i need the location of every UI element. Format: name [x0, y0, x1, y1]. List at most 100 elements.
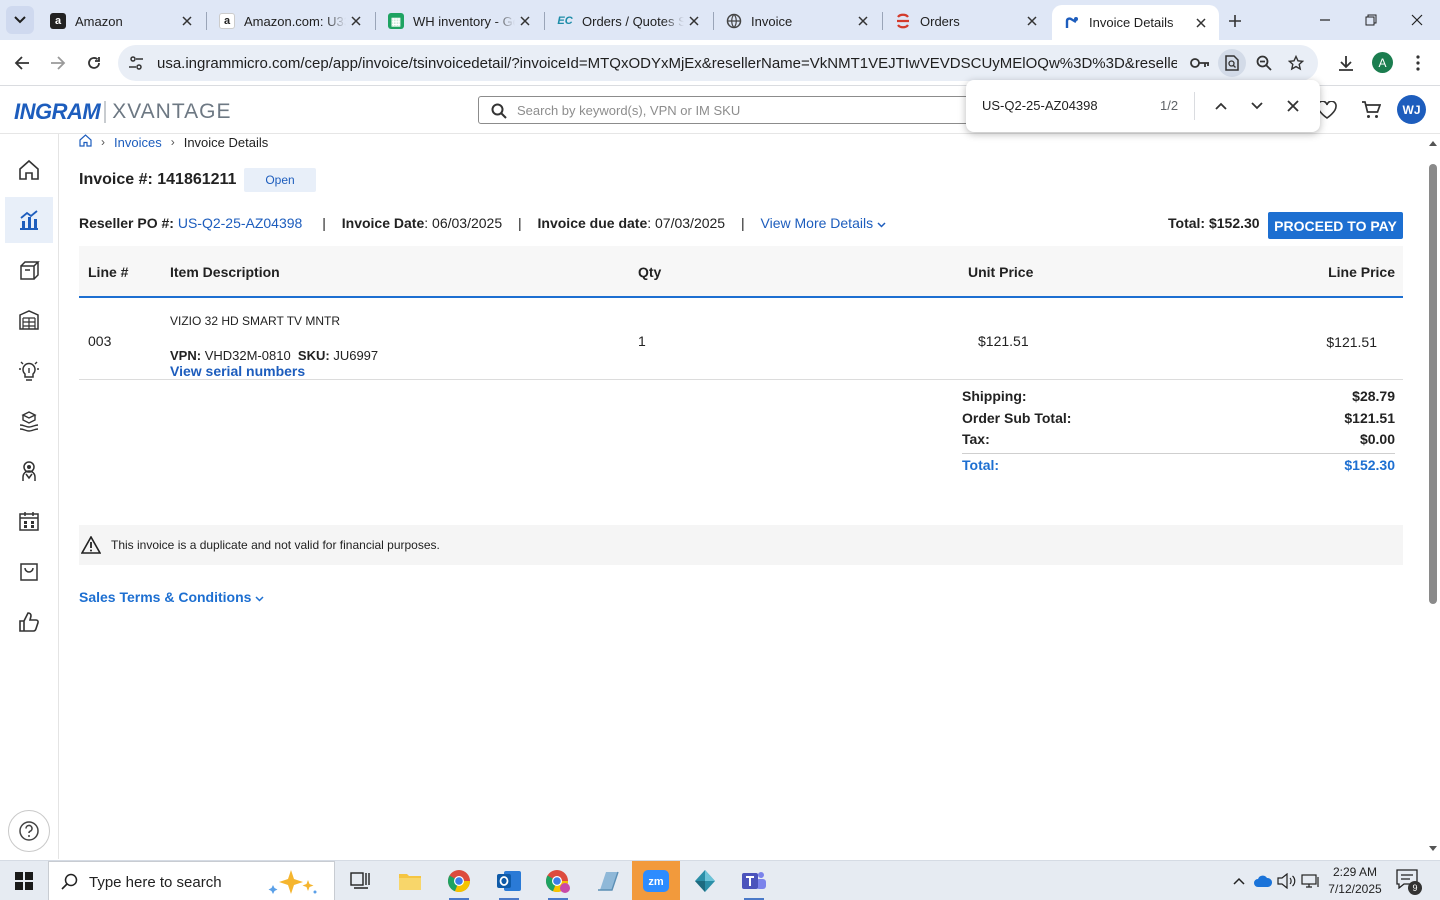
chrome-button[interactable] — [435, 861, 483, 900]
forward-button[interactable] — [44, 49, 72, 77]
tab-orders-quotes[interactable]: EC Orders / Quotes S — [545, 6, 712, 36]
address-bar[interactable]: usa.ingrammicro.com/cep/app/invoice/tsin… — [118, 45, 1318, 81]
breadcrumb-home-icon[interactable] — [79, 134, 92, 150]
nav-home[interactable] — [5, 147, 53, 193]
scrollbar-thumb[interactable] — [1429, 164, 1437, 604]
close-icon[interactable] — [177, 11, 197, 31]
outlook-button[interactable] — [485, 861, 533, 900]
reload-button[interactable] — [80, 49, 108, 77]
minimize-button[interactable] — [1302, 0, 1348, 40]
close-icon[interactable] — [1191, 13, 1211, 33]
close-icon[interactable] — [1022, 11, 1042, 31]
restore-button[interactable] — [1348, 0, 1394, 40]
nav-deploy[interactable] — [5, 398, 53, 444]
back-button[interactable] — [8, 49, 36, 77]
network-icon[interactable] — [1300, 869, 1322, 893]
find-previous-button[interactable] — [1208, 93, 1234, 119]
find-close-button[interactable] — [1280, 93, 1306, 119]
show-hidden-icons-button[interactable] — [1228, 869, 1250, 893]
page-scrollbar[interactable] — [1426, 134, 1440, 859]
col-unit-price: Unit Price — [968, 264, 1034, 280]
chevron-down-icon — [14, 16, 26, 24]
notification-center-button[interactable]: 9 — [1396, 869, 1422, 895]
close-icon[interactable] — [515, 11, 535, 31]
tab-amazon-product[interactable]: a Amazon.com: U33 — [207, 6, 374, 36]
outlook-icon — [497, 871, 521, 891]
password-key-icon[interactable] — [1186, 49, 1214, 77]
volume-icon[interactable] — [1276, 869, 1298, 893]
tax-row: Tax: $0.00 — [962, 431, 1395, 447]
zoom-icon[interactable] — [1250, 49, 1278, 77]
bookmark-star-icon[interactable] — [1282, 49, 1310, 77]
chevron-up-icon — [1233, 877, 1245, 885]
browser-menu-button[interactable] — [1404, 49, 1432, 77]
sales-terms-link[interactable]: Sales Terms & Conditions — [79, 589, 264, 605]
table-row: 003 VIZIO 32 HD SMART TV MNTR VPN: VHD32… — [79, 300, 1403, 380]
ingram-xvantage-logo[interactable]: INGRAM XVANTAGE — [14, 99, 231, 125]
tab-title: Invoice — [751, 13, 793, 29]
breadcrumb-invoices[interactable]: Invoices — [114, 135, 162, 150]
chrome-profile-button[interactable] — [534, 861, 582, 900]
system-clock[interactable]: 2:29 AM 7/12/2025 — [1326, 864, 1384, 898]
zoom-icon: zm — [643, 870, 669, 892]
tab-invoice[interactable]: Invoice — [714, 6, 881, 36]
warehouse-icon — [19, 310, 39, 330]
close-icon[interactable] — [684, 11, 704, 31]
site-info-icon[interactable] — [122, 49, 150, 77]
nav-insights[interactable] — [5, 348, 53, 394]
downloads-button[interactable] — [1332, 49, 1360, 77]
teams-button[interactable] — [730, 861, 778, 900]
close-icon[interactable] — [853, 11, 873, 31]
start-button[interactable] — [0, 861, 48, 900]
new-tab-button[interactable] — [1223, 9, 1247, 33]
tab-orders[interactable]: Orders — [883, 6, 1050, 36]
box-icon — [20, 261, 40, 280]
chevron-down-icon — [255, 596, 264, 602]
nav-services[interactable] — [5, 448, 53, 494]
find-in-page-bar: US-Q2-25-AZ04398 1/2 — [966, 80, 1320, 132]
col-description: Item Description — [170, 264, 280, 280]
tab-amazon[interactable]: a Amazon — [38, 6, 205, 36]
reseller-po-link[interactable]: US-Q2-25-AZ04398 — [178, 215, 303, 231]
close-window-button[interactable] — [1394, 0, 1440, 40]
view-serial-numbers-link[interactable]: View serial numbers — [170, 363, 305, 379]
site-search-input[interactable] — [517, 101, 957, 119]
tab-wh-inventory[interactable]: ▦ WH inventory - Go — [376, 6, 543, 36]
zoom-button[interactable]: zm — [632, 861, 680, 900]
find-in-page-icon[interactable] — [1218, 49, 1246, 77]
vpn-app-button[interactable] — [681, 861, 729, 900]
tab-search-button[interactable] — [6, 6, 34, 34]
app-launcher-button[interactable] — [584, 861, 632, 900]
find-next-button[interactable] — [1244, 93, 1270, 119]
col-qty: Qty — [638, 264, 662, 280]
breadcrumb-invoice-details: Invoice Details — [183, 134, 269, 150]
home-icon — [19, 159, 39, 180]
profile-avatar[interactable]: A — [1372, 52, 1393, 73]
service-person-icon — [22, 461, 36, 481]
proceed-to-pay-button[interactable]: PROCEED TO PAY — [1268, 212, 1403, 239]
logo-xvantage-wordmark: XVANTAGE — [112, 100, 232, 123]
nav-calendar[interactable] — [5, 498, 53, 544]
help-button[interactable] — [8, 810, 50, 852]
site-search-box[interactable] — [478, 96, 978, 124]
tab-invoice-details[interactable]: Invoice Details — [1052, 5, 1219, 40]
close-icon[interactable] — [346, 11, 366, 31]
copilot-sparkle-icon — [268, 870, 317, 894]
taskbar-search-input[interactable] — [89, 872, 289, 892]
view-more-details-link[interactable]: View More Details — [761, 215, 886, 231]
nav-products[interactable] — [5, 247, 53, 293]
nav-orders[interactable] — [5, 548, 53, 594]
nav-analytics[interactable] — [5, 197, 53, 243]
user-avatar[interactable]: WJ — [1397, 95, 1426, 124]
task-view-button[interactable] — [336, 861, 384, 900]
file-explorer-button[interactable] — [386, 861, 434, 900]
chevron-right-icon: › — [101, 135, 105, 149]
search-icon — [61, 873, 78, 890]
breadcrumb: › Invoices › Invoice Details — [79, 134, 268, 150]
cart-icon[interactable] — [1358, 97, 1384, 123]
taskbar-search-box[interactable] — [48, 861, 335, 900]
nav-warehouse[interactable] — [5, 297, 53, 343]
nav-feedback[interactable] — [5, 599, 53, 645]
onedrive-icon[interactable] — [1252, 869, 1274, 893]
find-query-input[interactable]: US-Q2-25-AZ04398 — [982, 98, 1098, 113]
